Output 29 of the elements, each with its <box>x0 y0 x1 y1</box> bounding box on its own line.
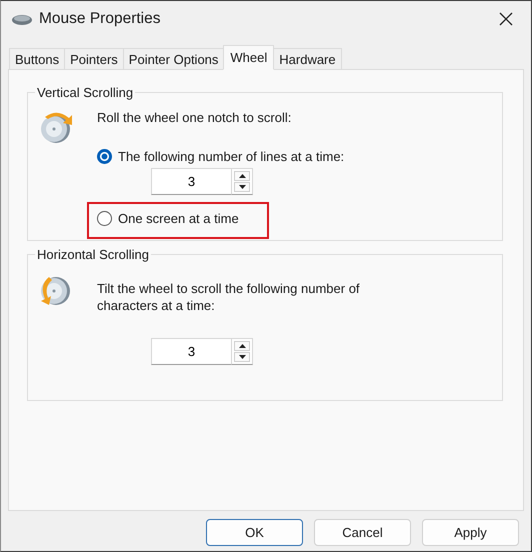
number-field[interactable]: 3 <box>151 168 231 195</box>
tab[interactable]: Wheel <box>223 45 274 70</box>
close-icon <box>499 12 513 26</box>
prompt-text: Tilt the wheel to scroll the following number of characters at a time: <box>97 280 361 314</box>
tab[interactable]: Buttons <box>9 48 64 70</box>
up-arrow-icon <box>238 344 246 348</box>
mouse-icon <box>11 12 33 26</box>
radio-button[interactable] <box>97 148 112 164</box>
dialog-button[interactable]: Cancel <box>314 519 411 546</box>
up-arrow-icon <box>238 174 246 178</box>
spin-down-button[interactable] <box>234 182 250 192</box>
down-arrow-icon <box>238 185 246 189</box>
spin-up-button[interactable] <box>234 341 250 351</box>
tab[interactable]: Pointers <box>64 48 123 70</box>
dialog-button[interactable]: OK <box>206 519 303 546</box>
number-field[interactable]: 3 <box>151 338 231 365</box>
group-title: Horizontal Scrolling <box>36 247 150 262</box>
radio-button[interactable] <box>97 210 112 226</box>
spin-down-button[interactable] <box>234 352 250 362</box>
tab[interactable]: Pointer Options <box>122 48 224 70</box>
spin-up-button[interactable] <box>234 171 250 181</box>
radio-label[interactable]: One screen at a time <box>118 210 239 226</box>
dialog-button[interactable]: Apply <box>422 519 519 546</box>
group-title: Vertical Scrolling <box>36 85 134 100</box>
prompt-text: Roll the wheel one notch to scroll: <box>97 109 292 127</box>
down-arrow-icon <box>238 355 246 359</box>
radio-label[interactable]: The following number of lines at a time: <box>118 148 344 164</box>
window-title: Mouse Properties <box>39 10 162 28</box>
tab[interactable]: Hardware <box>274 48 342 70</box>
